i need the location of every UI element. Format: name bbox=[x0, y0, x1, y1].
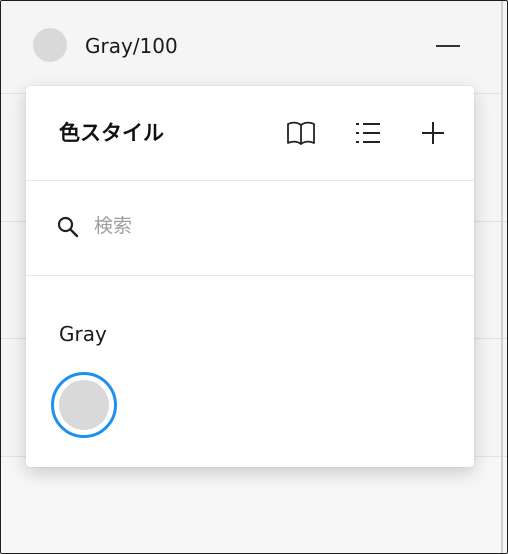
color-swatch-fill bbox=[59, 380, 109, 430]
book-icon bbox=[287, 121, 315, 145]
remove-style-button[interactable] bbox=[433, 33, 463, 59]
popover-title: 色スタイル bbox=[59, 121, 164, 145]
minus-icon bbox=[436, 45, 460, 47]
library-button[interactable] bbox=[284, 116, 318, 150]
style-swatch[interactable] bbox=[33, 28, 67, 62]
plus-icon bbox=[422, 122, 444, 144]
list-view-button[interactable] bbox=[351, 116, 385, 150]
add-style-button[interactable] bbox=[416, 116, 450, 150]
panel-bottom-area bbox=[1, 456, 507, 553]
popover-header: 色スタイル bbox=[26, 86, 474, 181]
color-swatch-selected[interactable] bbox=[51, 372, 117, 438]
style-panel: Gray/100 色スタイル 検索 Gray bbox=[0, 0, 508, 554]
list-icon bbox=[356, 123, 380, 143]
color-styles-popover: 色スタイル 検索 Gray bbox=[26, 86, 474, 467]
search-bar bbox=[26, 181, 474, 276]
search-input[interactable] bbox=[94, 209, 434, 243]
search-icon bbox=[57, 216, 79, 238]
scrollbar-track bbox=[501, 1, 503, 553]
style-name[interactable]: Gray/100 bbox=[85, 32, 178, 60]
color-style-row[interactable]: Gray/100 bbox=[1, 1, 503, 94]
color-group-label: Gray bbox=[59, 322, 107, 346]
